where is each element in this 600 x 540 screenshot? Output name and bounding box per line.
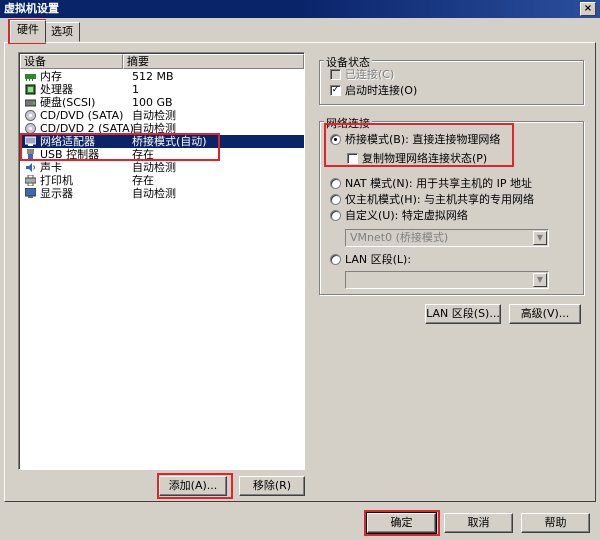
chevron-down-icon[interactable]: ▼ (533, 231, 547, 245)
lan-segments-button[interactable]: LAN 区段(S)... (425, 304, 501, 324)
monitor-icon (24, 187, 37, 199)
device-row-display[interactable]: 显示器 自动检测 (21, 187, 304, 200)
device-row-cd-dvd[interactable]: CD/DVD (SATA) 自动检测 (21, 109, 304, 122)
device-name: CD/DVD (SATA) (40, 109, 124, 122)
custom-network-radio[interactable] (330, 210, 341, 221)
device-row-memory[interactable]: 内存 512 MB (21, 70, 304, 83)
device-row-sound-card[interactable]: 声卡 自动检测 (21, 161, 304, 174)
device-summary: 512 MB (132, 70, 174, 83)
custom-network-value: VMnet0 (桥接模式) (350, 231, 449, 244)
device-list[interactable]: 设备 摘要 内存 512 MB 处理器 1 硬盘(SCSI) 100 GB CD… (18, 52, 305, 470)
help-button[interactable]: 帮助 (521, 513, 590, 533)
lan-segment-radio[interactable] (330, 254, 341, 265)
cancel-button[interactable]: 取消 (444, 513, 513, 533)
network-adapter-highlight (20, 133, 220, 161)
vm-settings-dialog: 虚拟机设置 × 硬件 选项 设备 摘要 内存 512 MB 处理器 1 硬盘(S… (0, 0, 600, 540)
custom-network-select[interactable]: VMnet0 (桥接模式) ▼ (345, 229, 549, 247)
lan-segment-select[interactable]: ▼ (345, 271, 549, 289)
sound-card-icon (25, 162, 36, 173)
device-name: 声卡 (40, 161, 62, 174)
host-only-mode-radio[interactable] (330, 194, 341, 205)
device-status-group: 设备状态 (319, 54, 584, 105)
printer-icon (24, 174, 37, 187)
device-name: 打印机 (40, 174, 73, 187)
chevron-down-icon[interactable]: ▼ (533, 273, 547, 287)
advanced-button[interactable]: 高级(V)... (509, 304, 581, 324)
connected-checkbox[interactable] (330, 69, 341, 80)
host-only-mode-label: 仅主机模式(H): 与主机共享的专用网络 (345, 193, 535, 206)
custom-network-label: 自定义(U): 特定虚拟网络 (345, 209, 468, 222)
nat-mode-radio[interactable] (330, 178, 341, 189)
remove-device-button[interactable]: 移除(R) (239, 476, 305, 496)
connect-at-power-on-checkbox[interactable]: ✓ (330, 85, 341, 96)
column-header-device[interactable]: 设备 (20, 54, 123, 69)
nat-mode-label: NAT 模式(N): 用于共享主机的 IP 地址 (345, 177, 532, 190)
device-summary: 自动检测 (132, 187, 176, 200)
device-name: 内存 (40, 70, 62, 83)
device-summary: 100 GB (132, 96, 173, 109)
device-row-hard-disk[interactable]: 硬盘(SCSI) 100 GB (21, 96, 304, 109)
device-summary: 1 (132, 83, 139, 96)
ok-button-highlight (364, 510, 440, 536)
close-button[interactable]: × (580, 2, 596, 16)
cd-dvd-icon (25, 110, 36, 121)
tab-hardware[interactable]: 硬件 (10, 20, 46, 43)
add-button-highlight (157, 473, 233, 499)
device-summary: 存在 (132, 174, 154, 187)
title-bar: 虚拟机设置 × (0, 0, 600, 18)
connected-label: 已连接(C) (345, 68, 395, 81)
lan-segment-label: LAN 区段(L): (345, 253, 412, 266)
bridged-mode-highlight (324, 123, 514, 167)
tab-options[interactable]: 选项 (44, 22, 80, 42)
device-row-printer[interactable]: 打印机 存在 (21, 174, 304, 187)
device-name: 显示器 (40, 187, 73, 200)
window-title: 虚拟机设置 (4, 2, 59, 15)
device-summary: 自动检测 (132, 161, 176, 174)
device-name: 处理器 (40, 83, 73, 96)
device-summary: 自动检测 (132, 109, 176, 122)
processor-icon (25, 84, 36, 95)
memory-icon (25, 71, 36, 82)
device-name: 硬盘(SCSI) (40, 96, 96, 109)
column-header-summary[interactable]: 摘要 (123, 54, 304, 69)
device-row-processor[interactable]: 处理器 1 (21, 83, 304, 96)
connect-at-power-on-label: 启动时连接(O) (345, 84, 418, 97)
hard-disk-icon (24, 97, 37, 108)
